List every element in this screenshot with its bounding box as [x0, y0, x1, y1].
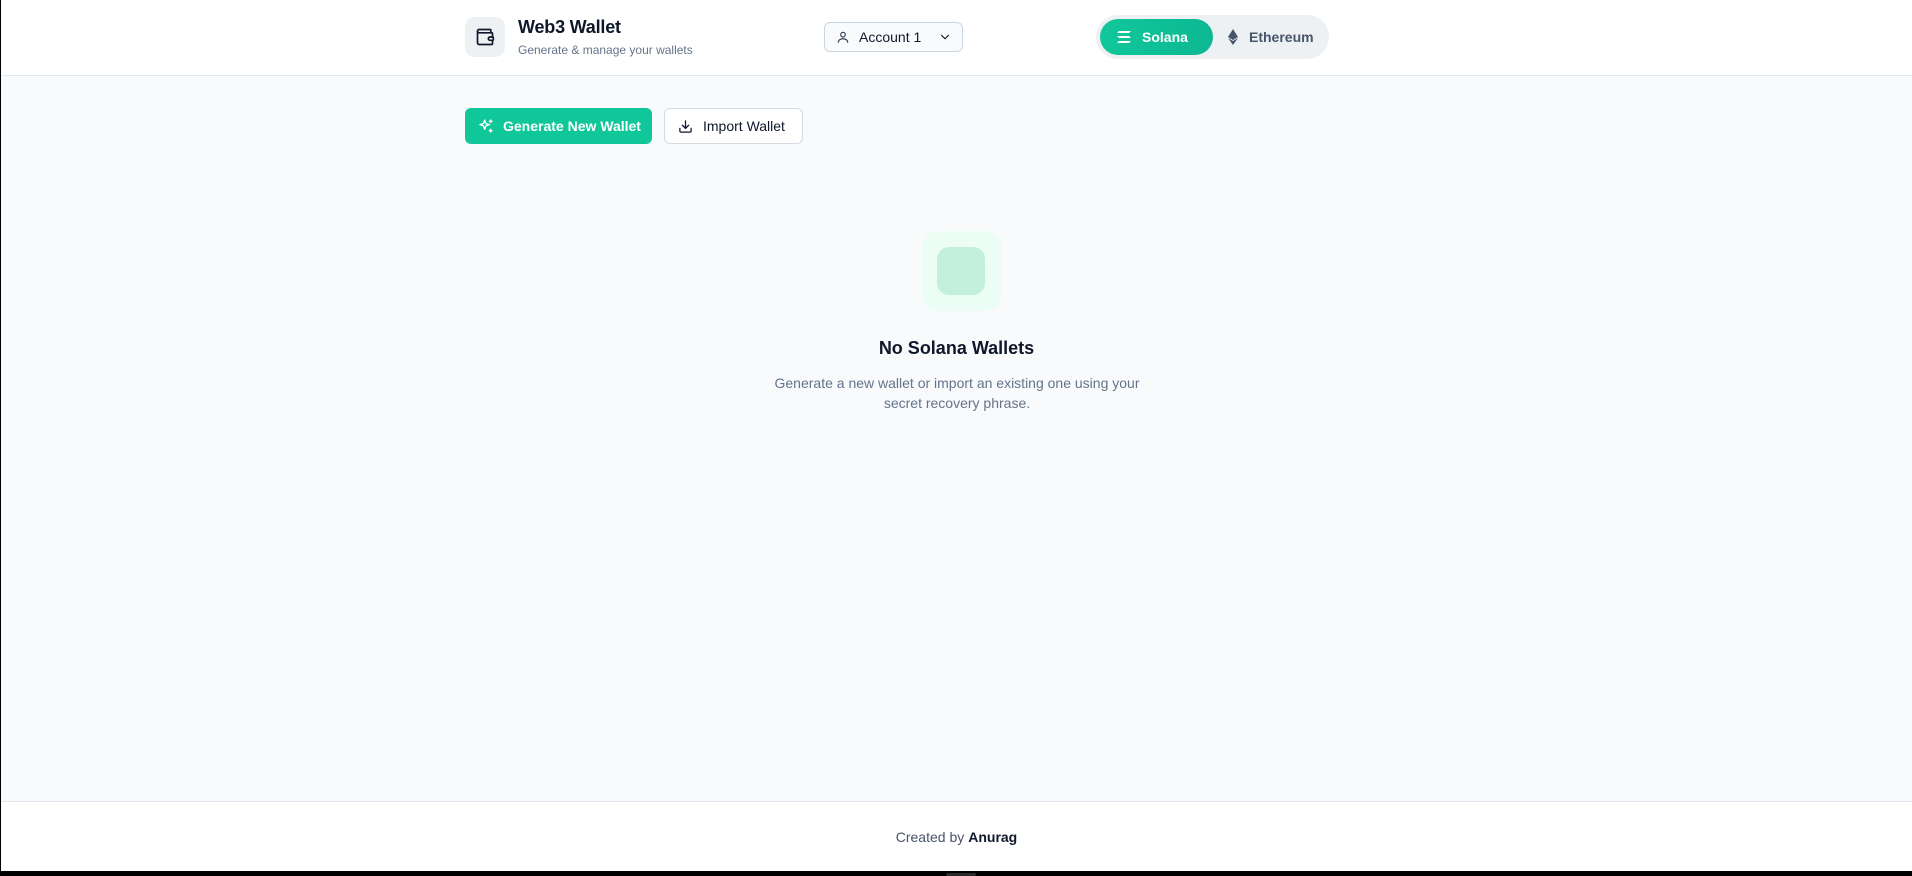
app-title: Web3 Wallet [518, 17, 621, 37]
download-icon [678, 119, 693, 134]
network-solana-label: Solana [1142, 29, 1188, 45]
empty-state-icon-inner [937, 247, 985, 295]
app-window: Web3 Wallet Generate & manage your walle… [1, 0, 1912, 871]
account-selector-label: Account 1 [859, 29, 922, 45]
account-selector[interactable]: Account 1 [824, 22, 963, 52]
network-toggle: Solana Ethereum [1096, 15, 1329, 59]
user-icon [836, 30, 850, 44]
import-wallet-label: Import Wallet [703, 118, 785, 134]
generate-wallet-label: Generate New Wallet [503, 118, 641, 134]
empty-state-description: Generate a new wallet or import an exist… [774, 375, 1140, 411]
network-solana-button[interactable]: Solana [1100, 19, 1213, 55]
footer-prefix: Created by [895, 829, 965, 845]
footer: Created by Anurag [1, 801, 1912, 871]
network-ethereum-label: Ethereum [1249, 29, 1314, 45]
footer-author-link[interactable]: Anurag [968, 829, 1017, 845]
generate-wallet-button[interactable]: Generate New Wallet [465, 108, 652, 144]
top-header: Web3 Wallet Generate & manage your walle… [1, 0, 1912, 76]
wallet-icon [465, 17, 505, 57]
ethereum-icon [1227, 29, 1239, 45]
sparkles-icon [478, 118, 494, 134]
chevron-down-icon [938, 30, 952, 44]
empty-state-title: No Solana Wallets [878, 338, 1035, 358]
empty-state-icon [922, 231, 1002, 311]
network-ethereum-button[interactable]: Ethereum [1219, 19, 1323, 55]
app-subtitle: Generate & manage your wallets [518, 43, 693, 57]
solana-icon [1116, 30, 1132, 44]
import-wallet-button[interactable]: Import Wallet [664, 108, 803, 144]
